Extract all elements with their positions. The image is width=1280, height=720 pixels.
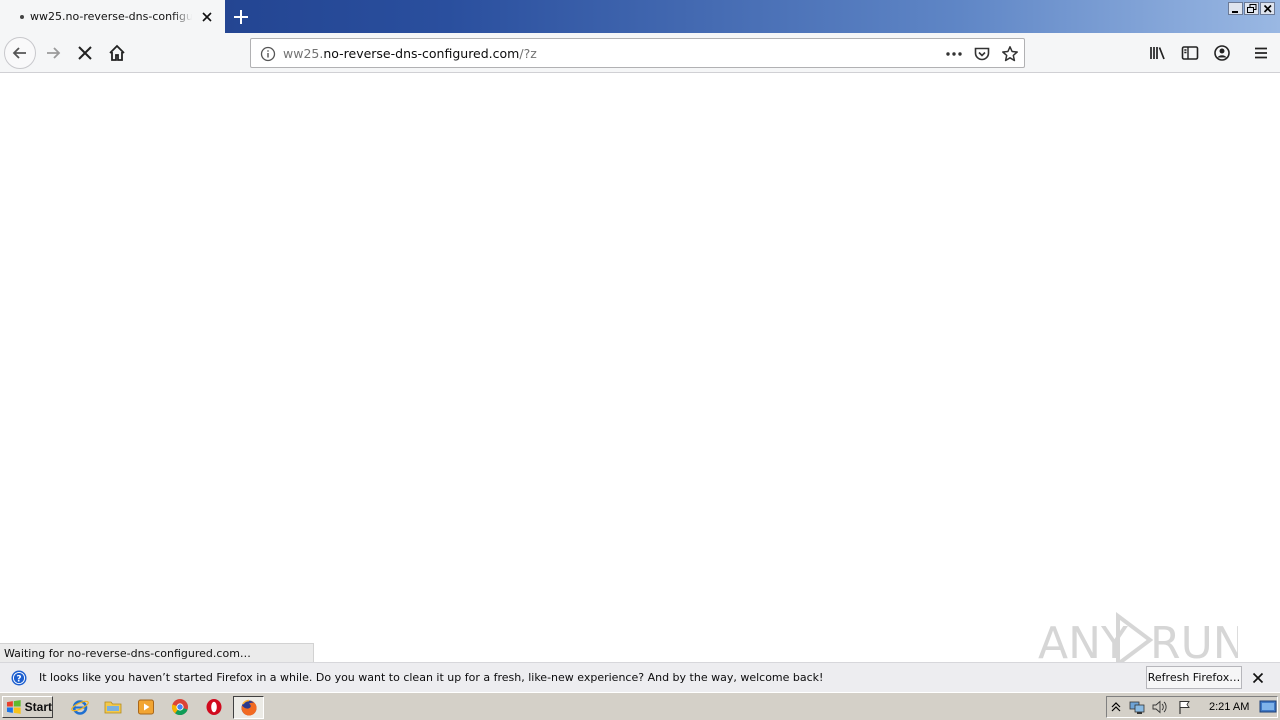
home-icon[interactable] [101,37,133,69]
navigation-toolbar: ww25.no-reverse-dns-configured.com/?z [0,33,1280,73]
notification-message: It looks like you haven’t started Firefo… [39,671,824,684]
anyrun-watermark: ANY RUN [1038,612,1246,669]
new-tab-icon[interactable] [230,6,252,28]
tab-close-icon[interactable] [199,9,215,25]
chrome-icon[interactable] [170,697,190,717]
minimize-icon[interactable] [1228,2,1243,15]
clock: 2:21 AM [1209,701,1250,713]
page-content [0,74,1280,662]
action-center-flag-icon[interactable] [1177,699,1193,718]
url-text: ww25.no-reverse-dns-configured.com/?z [283,46,537,61]
opera-icon[interactable] [204,697,224,717]
firefox-taskbar-button[interactable] [233,696,264,719]
volume-icon[interactable] [1151,699,1169,718]
status-panel: Waiting for no-reverse-dns-configured.co… [0,643,314,662]
question-icon: ? [11,670,27,689]
start-button[interactable]: Start [2,696,53,718]
account-icon[interactable] [1206,37,1238,69]
tray-expand-icon[interactable] [1110,700,1122,717]
info-icon[interactable] [259,45,277,63]
firefox-icon [241,699,257,716]
close-icon[interactable] [1260,2,1275,15]
notification-bar: ? It looks like you haven’t started Fire… [0,662,1280,692]
refresh-firefox-button[interactable]: Refresh Firefox… [1146,666,1242,689]
watermark-right-text: RUN [1150,618,1238,668]
back-arrow-icon[interactable] [4,37,36,69]
tab-strip: ww25.no-reverse-dns-configured.com/?z [0,0,1280,33]
forward-arrow-icon[interactable] [37,37,69,69]
media-player-icon[interactable] [136,697,156,717]
pocket-icon[interactable] [973,45,991,63]
url-bar[interactable]: ww25.no-reverse-dns-configured.com/?z [250,38,1025,68]
stop-icon[interactable] [69,37,101,69]
svg-text:?: ? [16,675,21,685]
taskbar: Start 2:21 AM [0,692,1280,720]
start-label: Start [24,700,52,714]
bookmark-star-icon[interactable] [1001,45,1019,63]
watermark-left-text: ANY [1038,618,1128,668]
restore-icon[interactable] [1244,2,1259,15]
system-tray [1106,696,1278,718]
tab-loading-indicator [20,15,24,19]
library-icon[interactable] [1142,37,1174,69]
active-tab[interactable]: ww25.no-reverse-dns-configured.com/?z [0,0,225,33]
menu-icon[interactable] [1245,37,1277,69]
more-dots-icon[interactable] [945,45,963,63]
internet-explorer-icon[interactable] [70,697,90,717]
windows-logo-icon [6,700,21,714]
tab-title: ww25.no-reverse-dns-configured.com/?z [30,10,192,23]
sidebar-icon[interactable] [1174,37,1206,69]
network-icon[interactable] [1128,699,1146,718]
show-desktop-icon[interactable] [1259,699,1277,718]
notification-close-icon[interactable] [1250,670,1266,686]
file-explorer-icon[interactable] [103,697,123,717]
